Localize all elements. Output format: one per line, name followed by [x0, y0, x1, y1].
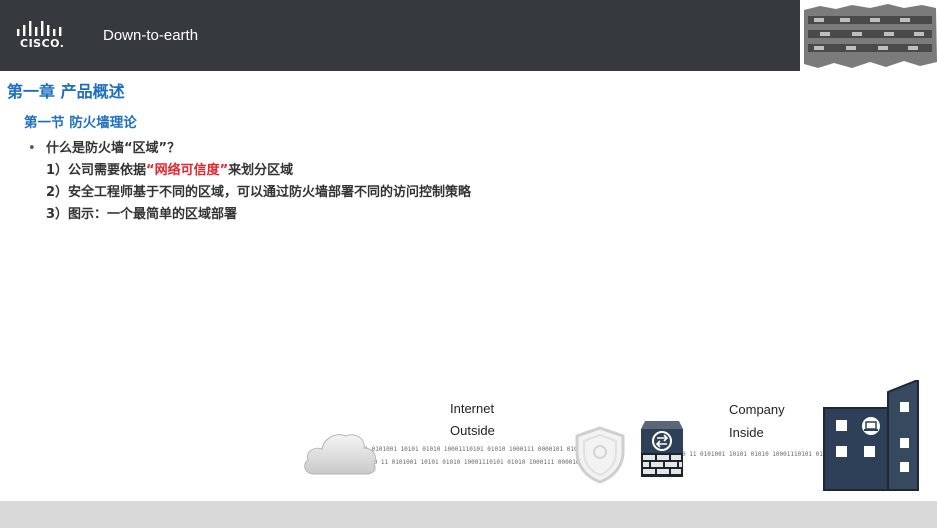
building-icon — [823, 380, 919, 491]
item-highlight: “网络可信度” — [146, 163, 229, 178]
section-title: 第一节 防火墙理论 — [24, 115, 137, 131]
company-label: Company — [729, 402, 785, 417]
firewall-icon — [641, 421, 683, 477]
header-bar: CISCO. Down-to-earth — [0, 0, 802, 71]
item-prefix: 1）公司需要依据 — [46, 163, 147, 178]
internet-label: Internet — [450, 401, 495, 416]
bullet-text: 什么是防火墙“区域”？ — [46, 141, 181, 156]
header-title: Down-to-earth — [103, 27, 199, 44]
logo-text: CISCO. — [20, 37, 65, 50]
item-suffix: 来划分区域 — [228, 163, 294, 178]
bullet-dot: • — [28, 141, 36, 156]
binary-stream: 0 11 0101001 10101 01010 10001110101 010… — [682, 451, 824, 458]
bullet-item: • 什么是防火墙“区域”？ — [28, 138, 471, 160]
shield-icon — [575, 426, 625, 484]
content-list: • 什么是防火墙“区域”？ 1）公司需要依据“网络可信度”来划分区域 2）安全工程… — [28, 138, 471, 226]
outside-label: Outside — [450, 423, 495, 438]
server-rack-photo — [800, 0, 937, 71]
item-prefix: 3）图示：一个最简单的区域部署 — [46, 207, 238, 222]
list-item: 2）安全工程师基于不同的区域，可以通过防火墙部署不同的访问控制策略 — [28, 182, 471, 204]
item-prefix: 2）安全工程师基于不同的区域，可以通过防火墙部署不同的访问控制策略 — [46, 185, 472, 200]
inside-label: Inside — [729, 425, 764, 440]
footer-bar — [0, 501, 937, 528]
cloud-icon — [304, 434, 377, 475]
list-item: 3）图示：一个最简单的区域部署 — [28, 204, 471, 226]
list-item: 1）公司需要依据“网络可信度”来划分区域 — [28, 160, 471, 182]
chapter-title: 第一章 产品概述 — [7, 82, 125, 101]
